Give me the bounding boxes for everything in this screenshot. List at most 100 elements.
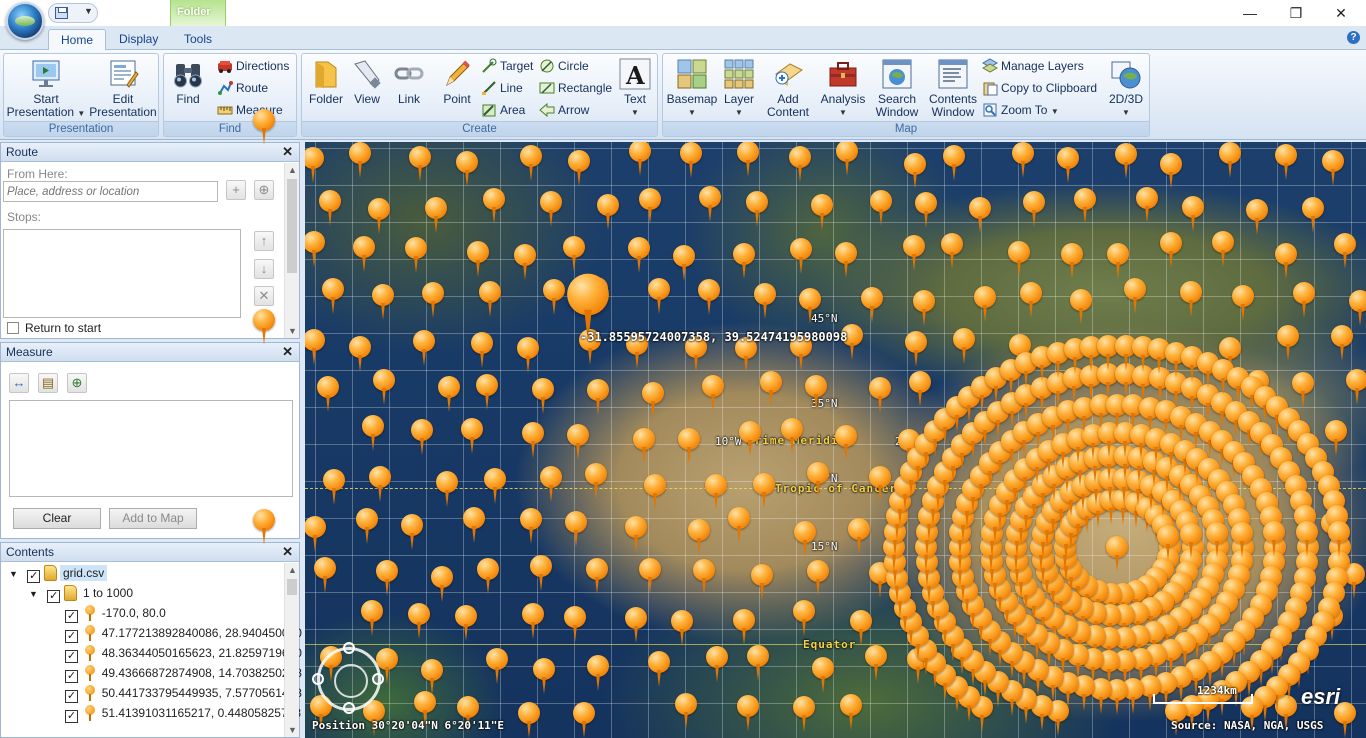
map-pin[interactable] (624, 606, 647, 643)
map-pin[interactable] (305, 328, 325, 365)
map-pin[interactable] (747, 645, 770, 682)
map-pin[interactable] (1070, 289, 1093, 326)
stops-list[interactable] (3, 229, 241, 318)
pin-icon[interactable]: ▼ (253, 109, 275, 145)
rectangle-button[interactable]: Rectangle (538, 78, 612, 98)
map-pin[interactable] (1115, 142, 1138, 179)
map-pin[interactable] (1331, 325, 1354, 362)
map-pin[interactable] (904, 330, 927, 367)
measure-path-icon[interactable]: ▤ (38, 373, 58, 393)
scroll-up-icon[interactable]: ▲ (285, 163, 300, 177)
map-pin[interactable] (1262, 521, 1285, 558)
map-pin[interactable] (1274, 143, 1297, 180)
map-pin[interactable] (789, 145, 812, 182)
map-pin[interactable] (567, 423, 590, 460)
map-pin[interactable] (732, 608, 755, 645)
map-pin[interactable] (1325, 419, 1347, 456)
map-pin[interactable] (806, 462, 829, 499)
map-pin[interactable] (805, 374, 828, 411)
map-pin[interactable] (1292, 372, 1315, 409)
map-pin[interactable] (952, 328, 975, 365)
map-pin[interactable] (539, 466, 562, 503)
map-pin[interactable] (643, 473, 666, 510)
map-pin[interactable] (1160, 231, 1183, 268)
map-pin[interactable] (737, 142, 760, 178)
list-item[interactable]: ✓ 47.177213892840086, 28.940450090 (65, 623, 302, 643)
move-up-button[interactable]: ↑ (254, 231, 274, 251)
line-button[interactable]: Line (480, 78, 523, 98)
route-scrollbar[interactable]: ▲ ▼ (284, 163, 299, 338)
map-pin[interactable] (850, 610, 873, 647)
map-pin[interactable] (587, 379, 610, 416)
close-icon[interactable]: ✕ (282, 143, 293, 161)
map-pin[interactable] (522, 603, 545, 640)
2d-3d-button[interactable]: 2D/3D ▼ (1104, 56, 1148, 119)
map-pin[interactable] (1219, 142, 1242, 179)
map-pin[interactable] (1107, 242, 1130, 279)
map-pin[interactable] (438, 376, 461, 413)
pan-west-icon[interactable] (312, 673, 324, 685)
map-pin[interactable] (564, 511, 587, 548)
map-pin[interactable] (362, 415, 385, 452)
map-pin[interactable] (903, 234, 926, 271)
checkbox[interactable]: ✓ (27, 570, 41, 583)
list-item[interactable]: ✓ 48.36344050165623, 21.8259719600 (65, 643, 302, 663)
map-pin[interactable] (519, 144, 542, 181)
map-pin[interactable] (476, 557, 499, 594)
close-icon[interactable]: ✕ (282, 543, 293, 561)
map-pin[interactable] (430, 566, 453, 603)
map-pin[interactable] (699, 186, 722, 223)
scroll-down-icon[interactable]: ▼ (285, 723, 300, 737)
add-to-map-button[interactable]: Add to Map (109, 508, 197, 529)
map-pin[interactable] (811, 194, 834, 231)
contents-window-button[interactable]: Contents Window (927, 56, 979, 119)
copy-to-clipboard-button[interactable]: Copy to Clipboard (981, 78, 1097, 98)
map-pin[interactable] (360, 599, 383, 636)
tree-root[interactable]: ▼ ✓ grid.csv (9, 563, 108, 583)
area-button[interactable]: Area (480, 100, 525, 120)
map-pin[interactable] (648, 278, 671, 315)
map-pin[interactable] (517, 336, 540, 373)
map-pin[interactable] (780, 417, 803, 454)
map-pin[interactable] (316, 376, 339, 413)
map-pin[interactable] (737, 695, 760, 732)
checkbox[interactable]: ✓ (65, 670, 78, 683)
map-pin[interactable] (753, 282, 776, 319)
application-menu-button[interactable] (6, 2, 44, 40)
arrow-button[interactable]: Arrow (538, 100, 589, 120)
map-pin[interactable] (479, 281, 502, 318)
map-pin[interactable] (532, 378, 555, 415)
map-pin[interactable] (1012, 142, 1035, 178)
map-pin[interactable] (759, 371, 782, 408)
map-pin[interactable] (585, 557, 608, 594)
map-pin[interactable] (1136, 186, 1159, 223)
scroll-up-icon[interactable]: ▲ (285, 563, 300, 577)
route-button[interactable]: Route (216, 78, 268, 98)
map-pin[interactable] (522, 421, 545, 458)
map-pin[interactable] (421, 658, 444, 695)
map-pin[interactable] (352, 236, 375, 272)
map-pin[interactable] (410, 418, 433, 455)
map-pin[interactable] (321, 277, 344, 314)
checkbox[interactable]: ✓ (65, 690, 78, 703)
map-pin[interactable] (475, 374, 498, 411)
map-pin[interactable] (372, 283, 395, 320)
map-pin[interactable] (704, 473, 727, 510)
point-button[interactable]: Point (436, 56, 478, 106)
map-pin[interactable] (1060, 243, 1083, 280)
map-pin[interactable] (1276, 325, 1299, 362)
map-pin[interactable] (1274, 242, 1297, 279)
map-pin[interactable] (573, 701, 596, 738)
map-pin[interactable] (486, 648, 509, 685)
map-pin[interactable] (587, 655, 610, 692)
map-pin[interactable] (701, 374, 724, 411)
map-pin[interactable] (1181, 195, 1204, 232)
map-pin[interactable] (355, 508, 378, 545)
tree-group[interactable]: ▼ ✓ 1 to 1000 (29, 583, 133, 603)
scroll-down-icon[interactable]: ▼ (285, 324, 300, 338)
navigation-control[interactable] (312, 642, 384, 714)
map-pin[interactable] (1246, 198, 1269, 235)
map-pin[interactable] (864, 645, 887, 682)
map-pin[interactable] (319, 189, 342, 226)
clear-button[interactable]: Clear (13, 508, 101, 529)
